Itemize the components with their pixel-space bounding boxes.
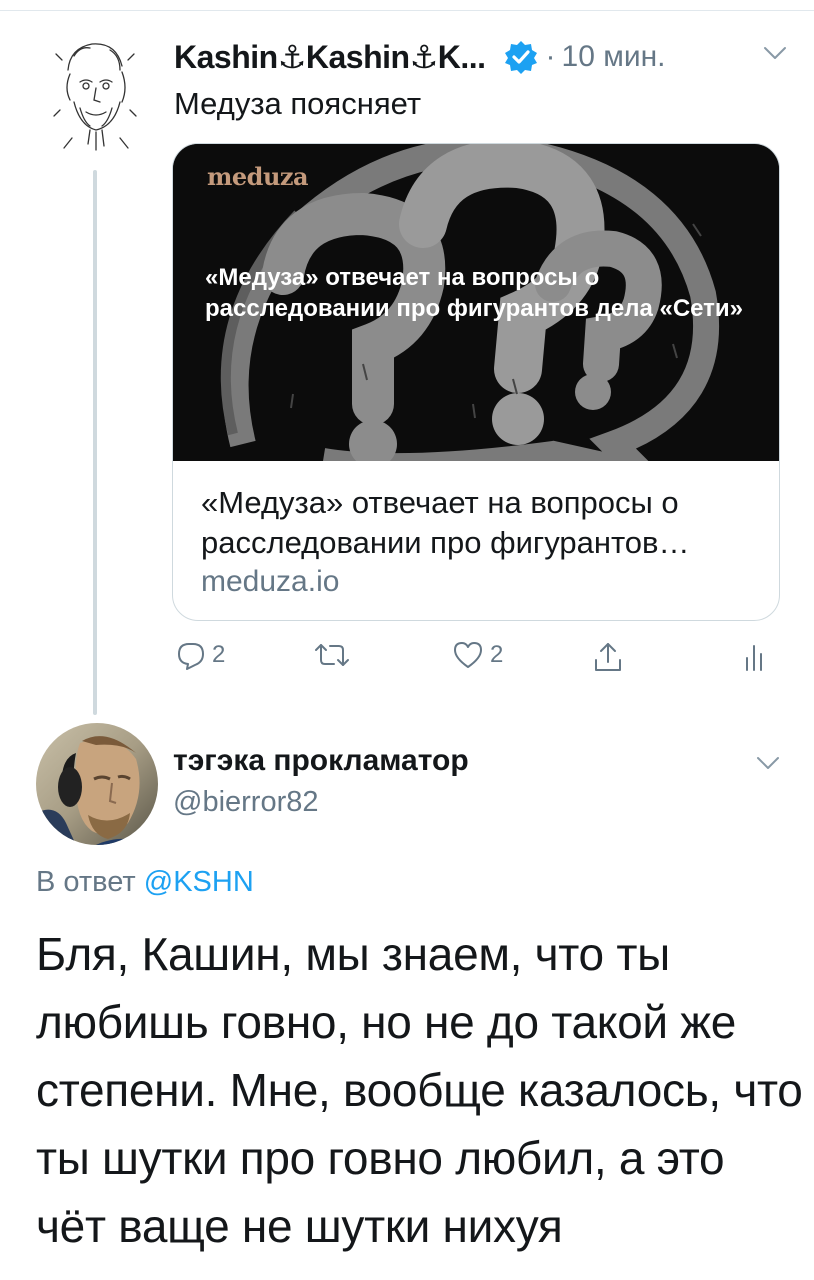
tweet-timestamp[interactable]: 10 мин. [562, 40, 666, 74]
tweet-header: Kashin⚓Kashin⚓K... · 10 мин. [174, 36, 666, 78]
analytics-icon [746, 645, 762, 671]
link-card[interactable]: meduza «Медуза» отвечает на вопросы о ра… [172, 143, 780, 621]
display-name[interactable]: Kashin⚓Kashin⚓K... [174, 38, 486, 76]
replying-handle-link[interactable]: @KSHN [144, 866, 254, 898]
tweet-text: Бля, Кашин, мы знаем, что ты любишь говн… [36, 928, 803, 1252]
retweet-icon [315, 644, 349, 666]
reply-icon [178, 643, 204, 670]
heart-icon [454, 642, 482, 668]
card-domain: meduza.io [201, 565, 340, 598]
replying-prefix: В ответ [36, 866, 136, 898]
thread-line [93, 170, 97, 715]
retweet-button[interactable] [312, 640, 352, 670]
tweet-actions: 2 2 [172, 640, 782, 680]
card-image: meduza «Медуза» отвечает на вопросы о ра… [173, 144, 779, 461]
verified-badge-icon [504, 41, 537, 74]
share-icon [595, 643, 621, 671]
chevron-down-icon[interactable] [753, 752, 783, 774]
display-name[interactable]: тэгэка прокламатор [173, 744, 469, 778]
card-body: «Медуза» отвечает на вопросы о расследов… [173, 461, 779, 620]
replying-to: В ответ @KSHN [36, 866, 254, 899]
separator-dot: · [545, 40, 556, 73]
like-count: 2 [490, 641, 504, 668]
share-button[interactable] [592, 640, 624, 674]
reply-count: 2 [212, 641, 226, 668]
analytics-button[interactable] [742, 640, 766, 672]
user-handle[interactable]: @bierror82 [173, 786, 319, 819]
card-image-logo: meduza [207, 162, 309, 191]
avatar[interactable] [50, 30, 140, 155]
top-divider [0, 10, 814, 11]
reply-button[interactable]: 2 [176, 640, 225, 670]
like-button[interactable]: 2 [452, 640, 503, 670]
chevron-down-icon[interactable] [760, 42, 790, 64]
card-image-headline: «Медуза» отвечает на вопросы о расследов… [205, 264, 744, 322]
tweet-text: Медуза поясняет [174, 86, 422, 121]
avatar[interactable] [36, 723, 158, 845]
card-title: «Медуза» отвечает на вопросы о расследов… [201, 485, 690, 560]
